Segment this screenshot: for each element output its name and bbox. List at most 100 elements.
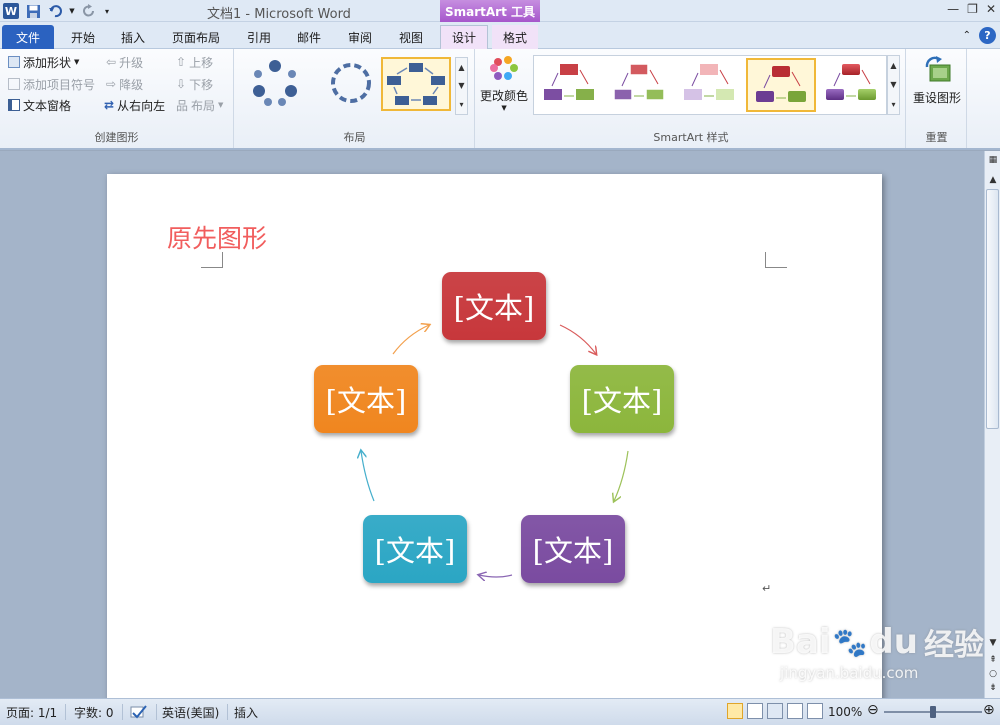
insert-mode-indicator[interactable]: 插入: [234, 704, 266, 720]
smartart-node-green[interactable]: [文本]: [570, 365, 674, 433]
previous-page-button[interactable]: ⇞: [986, 653, 1000, 667]
tab-home[interactable]: 开始: [60, 25, 106, 49]
tab-insert[interactable]: 插入: [110, 25, 156, 49]
watermark-product: 经验: [923, 628, 984, 663]
next-page-button[interactable]: ⇟: [986, 681, 1000, 695]
restore-button[interactable]: ❐: [967, 2, 978, 16]
zoom-slider-thumb[interactable]: [930, 706, 936, 718]
scroll-up-button[interactable]: ▲: [986, 173, 1000, 187]
promote-label: 升级: [119, 55, 144, 70]
draft-view-icon[interactable]: [807, 703, 823, 719]
demote-arrow-icon: ⇨: [106, 77, 117, 91]
scroll-down-button[interactable]: ▼: [986, 636, 1000, 650]
move-up-button[interactable]: ⇧ 上移: [176, 53, 213, 71]
style-thumb-moderate-selected[interactable]: [746, 58, 816, 112]
word-count[interactable]: 字数: 0: [74, 704, 123, 720]
add-shape-button[interactable]: 添加形状 ▼: [8, 53, 79, 71]
style-thumb-intense[interactable]: [818, 58, 884, 112]
smartart-node-purple[interactable]: [文本]: [521, 515, 625, 583]
document-page[interactable]: 原先图形 [文本] [文本] [文本] [文本] [文本] ↵: [107, 174, 882, 698]
move-up-label: 上移: [189, 55, 214, 70]
smartart-node-blue[interactable]: [文本]: [363, 515, 467, 583]
style-thumb-subtle[interactable]: [606, 58, 672, 112]
ribbon-tab-row: 文件 开始 插入 页面布局 引用 邮件 审阅 视图 设计 格式 ⌃ ?: [0, 22, 1000, 49]
styles-gallery-scroll[interactable]: ▲ ▼ ▾: [887, 55, 900, 115]
language-indicator[interactable]: 英语(美国): [162, 704, 229, 720]
text-pane-button[interactable]: 文本窗格: [8, 96, 71, 114]
word-logo-icon: W: [3, 3, 19, 19]
style-thumb-flat[interactable]: [536, 58, 602, 112]
reset-group: 重设图形 重置: [907, 49, 967, 148]
tab-design[interactable]: 设计: [440, 25, 488, 49]
add-bullet-label: 添加项目符号: [23, 77, 96, 92]
undo-dropdown[interactable]: ▼: [68, 2, 76, 20]
zoom-in-button[interactable]: ⊕: [983, 702, 995, 718]
watermark-url: jingyan.baidu.com: [780, 664, 919, 682]
demote-label: 降级: [119, 77, 144, 92]
tab-file[interactable]: 文件: [2, 25, 54, 49]
smartart-node-red[interactable]: [文本]: [442, 272, 546, 340]
add-bullet-icon: [8, 78, 20, 90]
minimize-button[interactable]: —: [947, 2, 959, 16]
zoom-level[interactable]: 100%: [828, 704, 870, 720]
vertical-scrollbar[interactable]: ▦ ▲ ▼ ⇞ ○ ⇟: [984, 151, 1000, 698]
right-to-left-button[interactable]: ⇄ 从右向左: [104, 96, 165, 114]
undo-button[interactable]: [46, 2, 64, 20]
web-layout-view-icon[interactable]: [767, 703, 783, 719]
view-buttons: [727, 703, 823, 719]
style-flat-icon: [544, 64, 594, 100]
layout-continuous-cycle-thumb[interactable]: [319, 57, 385, 111]
ribbon: 添加形状 ▼ 添加项目符号 文本窗格 ⇦ 升级 ⇨ 降级 ⇄ 从右向左 ⇧ 上移 …: [0, 49, 1000, 150]
layouts-gallery-scroll[interactable]: ▲ ▼ ▾: [455, 57, 468, 115]
zoom-slider[interactable]: [884, 706, 982, 718]
redo-button[interactable]: [80, 2, 98, 20]
word-app-icon[interactable]: W: [2, 2, 20, 20]
tab-mailings[interactable]: 邮件: [286, 25, 332, 49]
layout-button[interactable]: 品 布局 ▼: [176, 96, 223, 114]
outline-view-icon[interactable]: [787, 703, 803, 719]
style-thumb-light[interactable]: [676, 58, 742, 112]
proofing-status[interactable]: [130, 704, 157, 720]
scroll-thumb[interactable]: [986, 189, 999, 429]
create-graphic-group: 添加形状 ▼ 添加项目符号 文本窗格 ⇦ 升级 ⇨ 降级 ⇄ 从右向左 ⇧ 上移 …: [0, 49, 234, 148]
smartart-styles-gallery: [533, 55, 887, 115]
minimize-ribbon-button[interactable]: ⌃: [963, 30, 971, 41]
tab-view[interactable]: 视图: [388, 25, 434, 49]
tab-page-layout[interactable]: 页面布局: [164, 25, 228, 49]
help-icon[interactable]: ?: [979, 27, 996, 44]
layout-cycle-selected-thumb[interactable]: [381, 57, 451, 111]
window-controls: — ❐ ✕: [947, 2, 996, 16]
reset-graphic-button[interactable]: 重设图形: [913, 55, 961, 106]
text-pane-label: 文本窗格: [23, 98, 72, 113]
baidu-jingyan-watermark: Bai 🐾 du 经验 jingyan.baidu.com: [770, 620, 984, 682]
add-bullet-button[interactable]: 添加项目符号: [8, 75, 95, 93]
style-moderate-icon: [756, 66, 806, 102]
smartart-styles-group-label: SmartArt 样式: [653, 131, 729, 144]
move-up-icon: ⇧: [176, 55, 187, 69]
promote-button[interactable]: ⇦ 升级: [106, 53, 143, 71]
layout-basic-cycle-thumb[interactable]: [243, 57, 309, 111]
full-screen-reading-view-icon[interactable]: [747, 703, 763, 719]
tab-references[interactable]: 引用: [236, 25, 282, 49]
select-browse-object-button[interactable]: ○: [986, 667, 1000, 681]
move-down-button[interactable]: ⇩ 下移: [176, 75, 213, 93]
paw-icon: 🐾: [832, 625, 868, 659]
change-colors-button[interactable]: 更改颜色 ▼: [480, 55, 528, 112]
demote-button[interactable]: ⇨ 降级: [106, 75, 143, 93]
color-dots-icon: [490, 56, 518, 80]
close-button[interactable]: ✕: [986, 2, 996, 16]
text-pane-icon: [8, 99, 20, 111]
print-layout-view-icon[interactable]: [727, 703, 743, 719]
move-down-label: 下移: [189, 77, 214, 92]
view-ruler-icon[interactable]: ▦: [986, 153, 1000, 167]
quick-access-toolbar: W ▼ ▾: [2, 2, 112, 20]
change-colors-label: 更改颜色: [480, 89, 529, 103]
watermark-brand: Bai: [770, 622, 831, 662]
zoom-out-button[interactable]: ⊖: [867, 702, 879, 718]
customize-qat-button[interactable]: ▾: [102, 2, 112, 20]
tab-format[interactable]: 格式: [492, 25, 538, 49]
page-count[interactable]: 页面: 1/1: [6, 704, 67, 720]
tab-review[interactable]: 审阅: [337, 25, 383, 49]
save-button[interactable]: [24, 2, 42, 20]
smartart-node-orange[interactable]: [文本]: [314, 365, 418, 433]
